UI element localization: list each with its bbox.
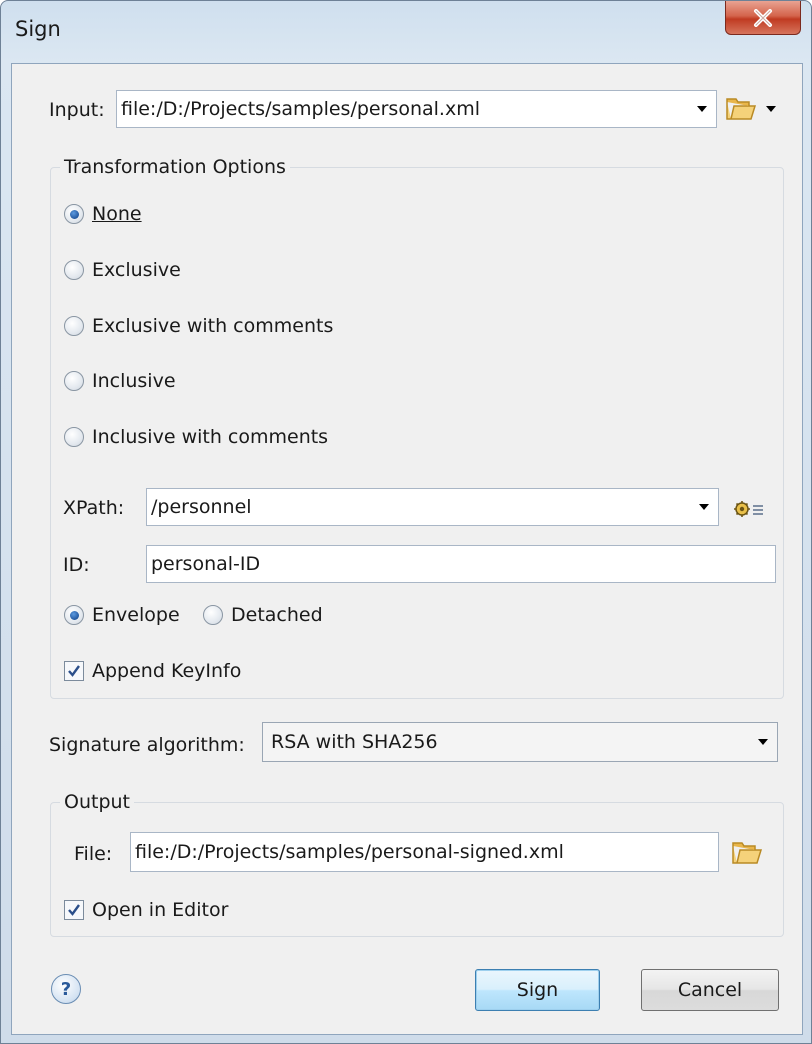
output-file-value: file:/D:/Projects/samples/personal-signe… — [135, 841, 564, 863]
radio-inclusive[interactable]: Inclusive — [64, 370, 176, 392]
chevron-down-icon[interactable] — [749, 723, 777, 761]
xpath-label: XPath: — [63, 497, 125, 519]
chevron-down-icon[interactable] — [688, 91, 716, 127]
transformation-options-title: Transformation Options — [60, 156, 290, 178]
radio-label: Exclusive — [92, 259, 181, 281]
input-value: file:/D:/Projects/samples/personal.xml — [121, 98, 480, 120]
radio-button[interactable] — [64, 371, 84, 391]
output-browse-button[interactable] — [728, 838, 768, 868]
id-value: personal-ID — [151, 553, 261, 575]
title-bar: Sign — [1, 1, 811, 63]
dialog-body: Input: file:/D:/Projects/samples/persona… — [11, 63, 803, 1035]
folder-open-icon — [726, 98, 757, 120]
xpath-settings-icon — [734, 501, 763, 517]
chevron-down-icon — [766, 106, 776, 112]
radio-button[interactable] — [64, 260, 84, 280]
xpath-value: /personnel — [151, 496, 252, 518]
sign-button[interactable]: Sign — [475, 969, 600, 1011]
chevron-down-icon[interactable] — [690, 489, 718, 525]
xpath-settings-button[interactable] — [731, 495, 767, 521]
help-button[interactable]: ? — [51, 974, 81, 1004]
checkmark-icon — [68, 665, 80, 677]
radio-label: Envelope — [92, 604, 180, 626]
radio-label: Detached — [231, 604, 323, 626]
radio-detached[interactable]: Detached — [203, 604, 323, 626]
checkbox-label: Append KeyInfo — [92, 660, 242, 682]
radio-button[interactable] — [64, 427, 84, 447]
radio-label: Inclusive — [92, 370, 176, 392]
signature-algorithm-label: Signature algorithm: — [49, 734, 245, 756]
xpath-combo[interactable]: /personnel — [146, 488, 719, 526]
input-label: Input: — [49, 99, 105, 121]
radio-label: Inclusive with comments — [92, 426, 329, 448]
open-in-editor-checkbox[interactable]: Open in Editor — [64, 899, 228, 921]
output-title: Output — [60, 791, 134, 813]
radio-inclusive-with-comments[interactable]: Inclusive with comments — [64, 426, 328, 448]
checkmark-icon — [68, 904, 80, 916]
radio-button[interactable] — [203, 605, 223, 625]
checkbox[interactable] — [64, 661, 84, 681]
radio-label: Exclusive with comments — [92, 315, 334, 337]
folder-open-icon — [732, 842, 763, 864]
radio-none[interactable]: None — [64, 203, 142, 225]
help-icon: ? — [60, 978, 72, 1000]
checkbox[interactable] — [64, 900, 84, 920]
radio-button[interactable] — [64, 316, 84, 336]
checkbox-label: Open in Editor — [92, 899, 229, 921]
output-file-field[interactable]: file:/D:/Projects/samples/personal-signe… — [130, 832, 719, 872]
close-icon — [754, 8, 772, 27]
close-button[interactable] — [725, 1, 801, 35]
radio-exclusive-with-comments[interactable]: Exclusive with comments — [64, 315, 333, 337]
append-keyinfo-checkbox[interactable]: Append KeyInfo — [64, 660, 241, 682]
id-field[interactable]: personal-ID — [146, 545, 776, 583]
radio-exclusive[interactable]: Exclusive — [64, 259, 181, 281]
sign-dialog: Sign Input: file:/D:/Projects/samples/pe… — [0, 0, 812, 1044]
dialog-title: Sign — [15, 17, 61, 41]
radio-envelope[interactable]: Envelope — [64, 604, 180, 626]
radio-button[interactable] — [64, 204, 84, 224]
radio-button[interactable] — [64, 605, 84, 625]
id-label: ID: — [63, 554, 90, 576]
cancel-button[interactable]: Cancel — [641, 969, 779, 1011]
radio-label: None — [92, 203, 142, 225]
signature-algorithm-select[interactable]: RSA with SHA256 — [262, 722, 778, 762]
output-file-label: File: — [74, 843, 113, 865]
signature-algorithm-value: RSA with SHA256 — [271, 731, 438, 753]
input-combo[interactable]: file:/D:/Projects/samples/personal.xml — [116, 90, 717, 128]
input-browse-button[interactable] — [725, 92, 781, 126]
